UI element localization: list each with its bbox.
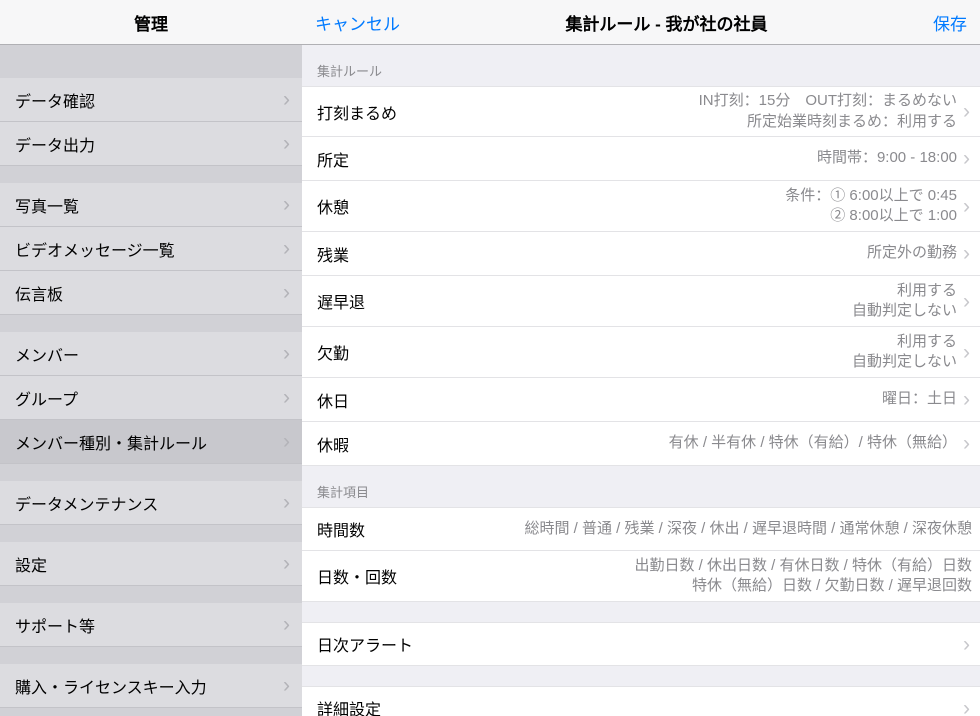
row-value: 有休 / 半有休 / 特休（有給）/ 特休（無給） [669,433,957,453]
chevron-right-icon: › [283,492,290,513]
main: キャンセル 集計ルール - 我が社の社員 保存 集計ルール 打刻まるめ IN打刻… [302,0,980,716]
row-label: 時間数 [317,517,365,541]
chevron-right-icon: › [283,89,290,110]
nav-bar: キャンセル 集計ルール - 我が社の社員 保存 [302,0,980,45]
chevron-right-icon: › [283,614,290,635]
row-value: 所定始業時刻まるめ：利用する [699,112,957,132]
row-value: 自動判定しない [852,301,957,321]
chevron-right-icon: › [283,343,290,364]
row-rounding[interactable]: 打刻まるめ IN打刻：15分 OUT打刻：まるめない 所定始業時刻まるめ：利用す… [302,86,980,137]
row-detail[interactable]: 詳細設定 › [302,686,980,716]
cancel-button[interactable]: キャンセル [315,10,400,35]
row-value: 総時間 / 普通 / 残業 / 深夜 / 休出 / 遅早退時間 / 通常休憩 /… [524,519,972,539]
sidebar-item[interactable]: サポート等 › [0,603,302,647]
row-lateearly[interactable]: 遅早退 利用する 自動判定しない › [302,276,980,327]
sidebar: 管理 データ確認 › データ出力 › 写真一覧 › ビデオメッセージ一覧 › 伝言板 › メンバー ›… [0,0,302,716]
chevron-right-icon: › [283,133,290,154]
row-label: 日次アラート [317,632,413,656]
row-label: 休憩 [317,194,349,218]
row-value: ② 8:00以上で 1:00 [785,206,957,226]
row-value: 条件：① 6:00以上で 0:45 [785,186,957,206]
row-hours[interactable]: 時間数 総時間 / 普通 / 残業 / 深夜 / 休出 / 遅早退時間 / 通常… [302,507,980,551]
chevron-right-icon: › [283,238,290,259]
sidebar-item-label: 写真一覧 [15,193,79,217]
chevron-right-icon: › [283,675,290,696]
row-label: 詳細設定 [317,696,381,716]
save-button[interactable]: 保存 [933,10,967,35]
chevron-right-icon: › [283,194,290,215]
row-break[interactable]: 休憩 条件：① 6:00以上で 0:45 ② 8:00以上で 1:00 › [302,181,980,232]
row-alert[interactable]: 日次アラート › [302,622,980,666]
page-title: 集計ルール - 我が社の社員 [565,10,767,35]
chevron-right-icon: › [961,101,972,122]
chevron-right-icon: › [283,387,290,408]
section-header-rules: 集計ルール [302,45,980,86]
chevron-right-icon: › [283,553,290,574]
row-value: 利用する [852,332,957,352]
row-label: 打刻まるめ [317,100,397,124]
row-label: 所定 [317,147,349,171]
sidebar-list: データ確認›データ出力›写真一覧›ビデオメッセージ一覧›伝言板›メンバー›グルー… [0,45,302,716]
chevron-right-icon: › [283,282,290,303]
row-value: 所定外の勤務 [867,243,957,263]
row-value: 時間帯：9:00 - 18:00 [817,148,957,168]
chevron-right-icon: › [961,291,972,312]
chevron-right-icon: › [961,634,972,655]
row-value: 自動判定しない [852,352,957,372]
row-value: 利用する [852,281,957,301]
sidebar-item[interactable]: 設定 › [0,542,302,586]
sidebar-item-label: 伝言板 [15,281,63,305]
content: 集計ルール 打刻まるめ IN打刻：15分 OUT打刻：まるめない 所定始業時刻ま… [302,45,980,716]
sidebar-item-label: データ出力 [15,132,95,156]
row-label: 日数・回数 [317,564,397,588]
row-value: 曜日：土日 [882,389,957,409]
sidebar-item[interactable]: データメンテナンス › [0,481,302,525]
sidebar-item[interactable]: データ出力 › [0,122,302,166]
sidebar-item-label: メンバー [15,342,79,366]
row-value: 出勤日数 / 休出日数 / 有休日数 / 特休（有給）日数 [634,556,972,576]
row-label: 欠勤 [317,340,349,364]
sidebar-item[interactable]: データ確認 › [0,78,302,122]
row-label: 残業 [317,242,349,266]
chevron-right-icon: › [961,148,972,169]
sidebar-item[interactable]: メンバー › [0,332,302,376]
sidebar-item[interactable]: 写真一覧 › [0,183,302,227]
row-absence[interactable]: 欠勤 利用する 自動判定しない › [302,327,980,378]
chevron-right-icon: › [961,243,972,264]
chevron-right-icon: › [961,389,972,410]
sidebar-item[interactable]: 購入・ライセンスキー入力 › [0,664,302,708]
sidebar-item-label: グループ [15,386,78,410]
row-label: 休暇 [317,432,349,456]
sidebar-item-label: 設定 [15,552,47,576]
row-fixed[interactable]: 所定 時間帯：9:00 - 18:00 › [302,137,980,181]
row-vacation[interactable]: 休暇 有休 / 半有休 / 特休（有給）/ 特休（無給） › [302,422,980,466]
sidebar-title: 管理 [0,0,302,45]
sidebar-item[interactable]: グループ › [0,376,302,420]
row-days[interactable]: 日数・回数 出勤日数 / 休出日数 / 有休日数 / 特休（有給）日数 特休（無… [302,551,980,602]
chevron-right-icon: › [961,342,972,363]
row-overtime[interactable]: 残業 所定外の勤務 › [302,232,980,276]
sidebar-item-label: サポート等 [15,613,95,637]
sidebar-item-label: ビデオメッセージ一覧 [15,237,175,261]
row-value: 特休（無給）日数 / 欠勤日数 / 遅早退回数 [634,576,972,596]
sidebar-item-label: データ確認 [15,88,95,112]
sidebar-item-label: メンバー種別・集計ルール [15,430,207,454]
chevron-right-icon: › [961,433,972,454]
section-header-items: 集計項目 [302,466,980,507]
sidebar-item-label: 購入・ライセンスキー入力 [15,674,207,698]
row-label: 遅早退 [317,289,365,313]
row-value: IN打刻：15分 OUT打刻：まるめない [699,91,957,111]
sidebar-item[interactable]: ビデオメッセージ一覧 › [0,227,302,271]
chevron-right-icon: › [961,698,972,716]
sidebar-item[interactable]: 伝言板 › [0,271,302,315]
chevron-right-icon: › [283,431,290,452]
row-label: 休日 [317,388,349,412]
sidebar-item-label: データメンテナンス [15,491,158,515]
sidebar-item[interactable]: メンバー種別・集計ルール › [0,420,302,464]
row-holiday[interactable]: 休日 曜日：土日 › [302,378,980,422]
chevron-right-icon: › [961,196,972,217]
